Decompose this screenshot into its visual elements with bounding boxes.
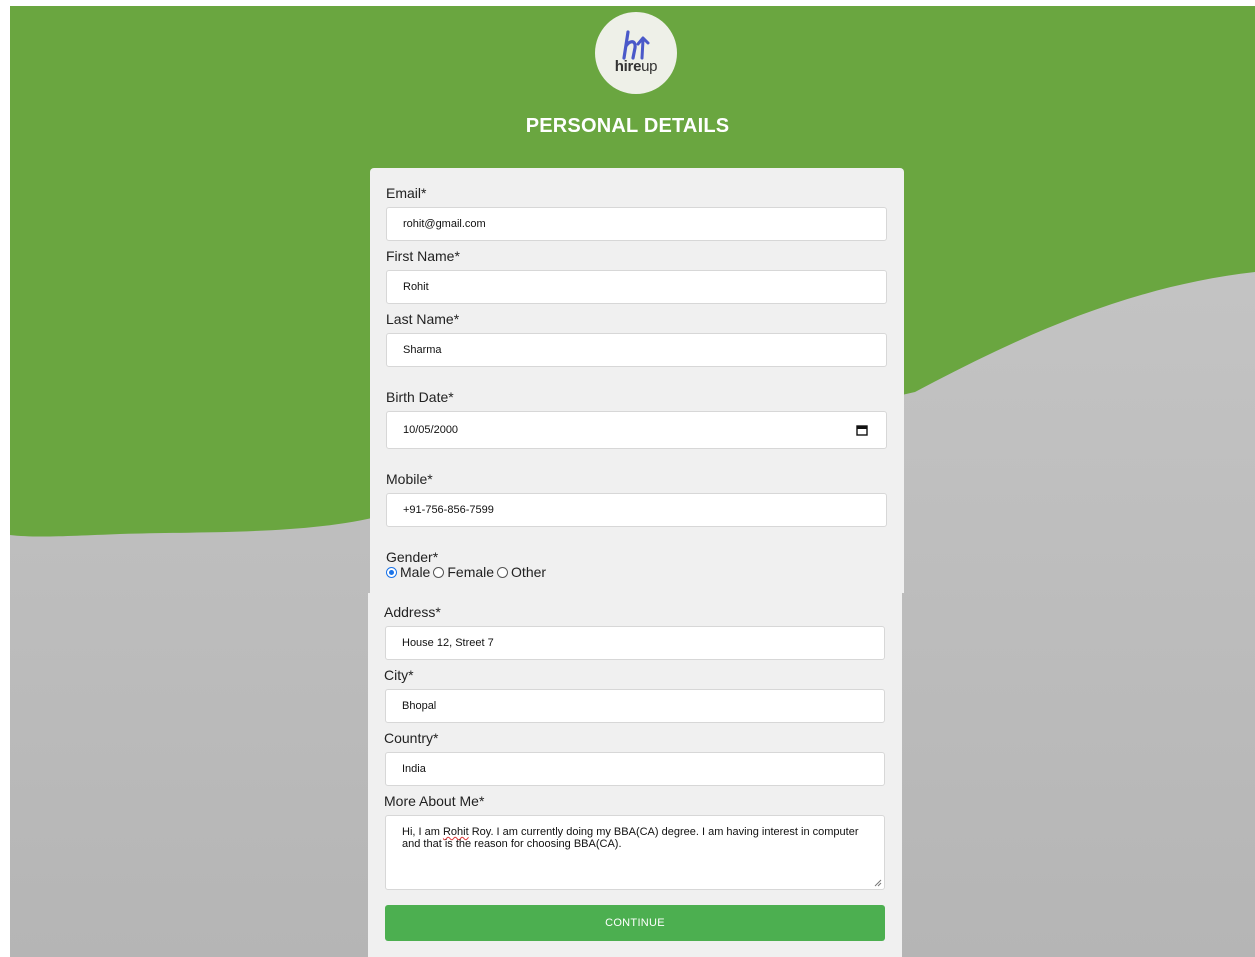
email-value: rohit@gmail.com	[403, 218, 486, 230]
page-title: PERSONAL DETAILS	[525, 115, 730, 137]
gender-other-radio[interactable]	[497, 566, 509, 578]
last-name-field[interactable]: Sharma	[386, 333, 887, 367]
about-text-rest: Roy. I am currently doing my BBA(CA) deg…	[402, 826, 859, 850]
birth-date-field[interactable]: 10/05/2000	[386, 411, 887, 449]
gender-radio-group: Male Female Other	[386, 564, 546, 580]
hireup-logo: hireup	[595, 12, 677, 94]
about-textarea[interactable]: Hi, I am Rohit Roy. I am currently doing…	[385, 815, 885, 890]
mobile-value: +91-756-856-7599	[403, 504, 494, 516]
gender-male-radio[interactable]	[386, 566, 397, 578]
logo-brand-light: up	[641, 57, 658, 75]
city-label: City*	[384, 667, 414, 683]
gender-female-label[interactable]: Female	[447, 564, 494, 580]
email-label: Email*	[386, 185, 427, 201]
gender-male-label[interactable]: Male	[400, 564, 430, 580]
last-name-label: Last Name*	[386, 311, 460, 327]
logo-brand-bold: hire	[614, 57, 642, 75]
country-field[interactable]: India	[385, 752, 885, 786]
birth-date-label: Birth Date*	[386, 389, 454, 405]
resize-grip-icon[interactable]	[874, 879, 882, 887]
hireup-logo-mark-icon	[622, 29, 650, 60]
gender-female-radio[interactable]	[433, 566, 445, 578]
first-name-label: First Name*	[386, 248, 460, 264]
calendar-icon[interactable]	[856, 424, 868, 436]
last-name-value: Sharma	[403, 344, 442, 356]
mobile-field[interactable]: +91-756-856-7599	[386, 493, 887, 527]
country-value: India	[402, 763, 426, 775]
address-label: Address*	[384, 604, 441, 620]
gender-other-label[interactable]: Other	[511, 564, 546, 580]
birth-date-value: 10/05/2000	[403, 424, 459, 436]
city-field[interactable]: Bhopal	[385, 689, 885, 723]
mobile-label: Mobile*	[386, 471, 433, 487]
continue-button[interactable]: CONTINUE	[385, 905, 885, 941]
email-field[interactable]: rohit@gmail.com	[386, 207, 887, 241]
address-field[interactable]: House 12, Street 7	[385, 626, 885, 660]
first-name-value: Rohit	[403, 281, 429, 293]
city-value: Bhopal	[402, 700, 437, 712]
about-text-start: Hi, I am	[402, 826, 443, 838]
logo-text: hireup	[614, 57, 658, 75]
gender-label: Gender*	[386, 549, 439, 565]
address-value: House 12, Street 7	[402, 637, 494, 649]
about-label: More About Me*	[384, 793, 485, 809]
first-name-field[interactable]: Rohit	[386, 270, 887, 304]
about-text-flagged-word: Rohit	[442, 826, 469, 838]
country-label: Country*	[384, 730, 439, 746]
